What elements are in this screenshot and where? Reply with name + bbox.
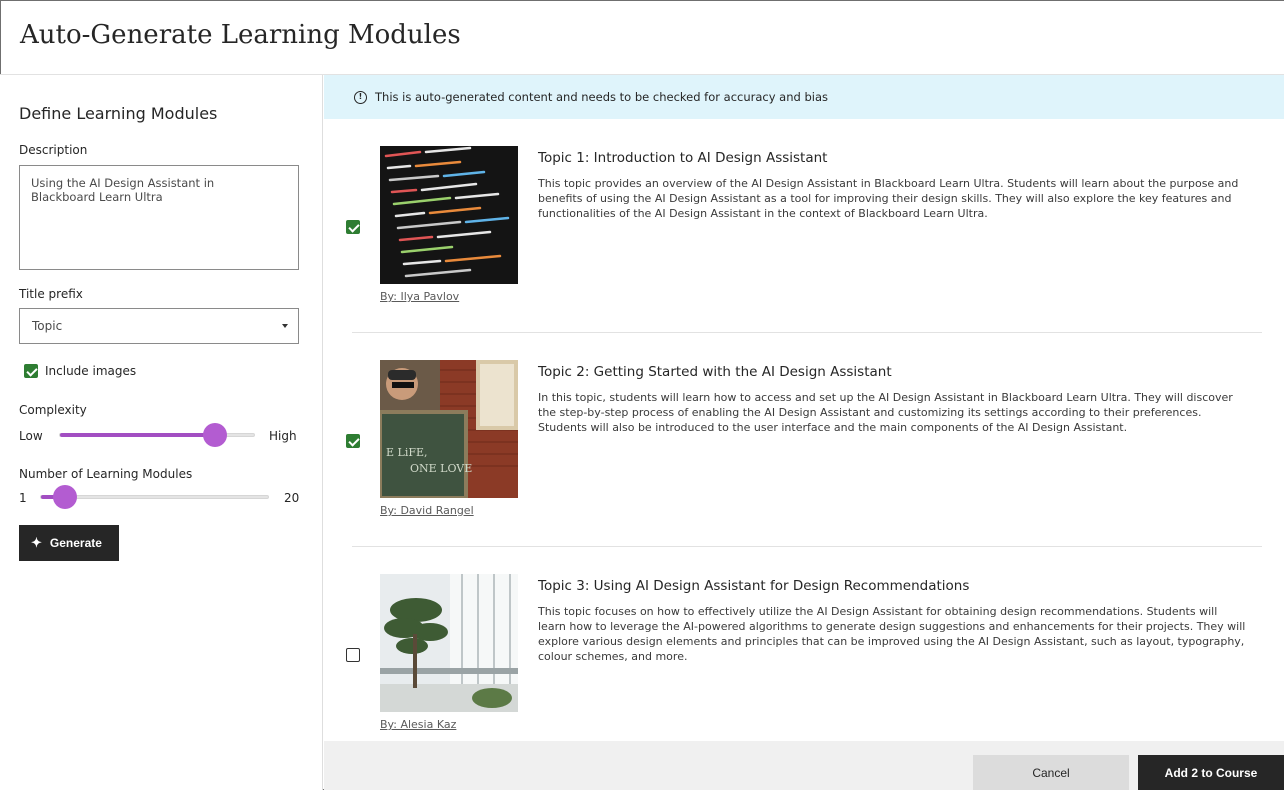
topic-1-description: This topic provides an overview of the A…	[538, 177, 1239, 220]
complexity-slider-thumb[interactable]	[203, 423, 228, 447]
topic-1-title: Topic 1: Introduction to AI Design Assis…	[538, 150, 828, 166]
modules-count-max-label: 20	[284, 491, 300, 505]
modules-count-min-label: 1	[19, 491, 27, 505]
banner-text: This is auto-generated content and needs…	[375, 90, 829, 104]
include-images-checkbox[interactable]	[24, 364, 38, 378]
generate-button[interactable]: ✦ Generate	[19, 525, 119, 561]
topic-divider	[352, 332, 1262, 333]
topic-2-image: E LiFE, ONE LOVE	[380, 360, 518, 498]
complexity-min-label: Low	[19, 429, 43, 443]
description-label: Description	[19, 143, 88, 157]
page-title: Auto-Generate Learning Modules	[20, 20, 461, 50]
topic-divider	[352, 546, 1262, 547]
complexity-max-label: High	[269, 429, 297, 443]
modules-count-slider-thumb[interactable]	[52, 485, 77, 509]
topic-3-credit-link[interactable]: By: Alesia Kaz	[380, 718, 456, 731]
title-prefix-label: Title prefix	[19, 287, 83, 301]
title-prefix-value: Topic	[32, 319, 63, 333]
topic-1-image	[380, 146, 518, 284]
chevron-down-icon	[282, 324, 288, 328]
topic-2-checkbox[interactable]	[346, 434, 360, 448]
cancel-button[interactable]: Cancel	[973, 755, 1129, 790]
complexity-slider-fill	[60, 433, 216, 437]
complexity-label: Complexity	[19, 403, 87, 417]
topic-2-description: In this topic, students will learn how t…	[538, 391, 1233, 434]
topic-2-credit-link[interactable]: By: David Rangel	[380, 504, 474, 517]
topic-3-title: Topic 3: Using AI Design Assistant for D…	[538, 578, 970, 594]
info-icon: !	[354, 90, 367, 104]
section-title: Define Learning Modules	[19, 104, 218, 123]
accuracy-banner: ! This is auto-generated content and nee…	[324, 75, 1284, 119]
topic-3-description: This topic focuses on how to effectively…	[538, 605, 1246, 663]
topic-3-checkbox[interactable]	[346, 648, 360, 662]
sparkle-icon: ✦	[31, 535, 42, 550]
title-prefix-select[interactable]: Topic	[19, 308, 299, 344]
add-to-course-button[interactable]: Add 2 to Course	[1138, 755, 1284, 790]
modules-count-slider[interactable]	[40, 485, 269, 509]
topic-1-checkbox[interactable]	[346, 220, 360, 234]
topic-3-image	[380, 574, 518, 712]
topic-1-credit-link[interactable]: By: Ilya Pavlov	[380, 290, 459, 303]
topic-2-title: Topic 2: Getting Started with the AI Des…	[538, 364, 892, 380]
modules-count-label: Number of Learning Modules	[19, 467, 193, 481]
complexity-slider[interactable]	[59, 423, 255, 447]
generate-button-label: Generate	[49, 536, 102, 550]
description-field[interactable]: Using the AI Design Assistant in Blackbo…	[19, 165, 299, 270]
include-images-label: Include images	[45, 364, 137, 378]
